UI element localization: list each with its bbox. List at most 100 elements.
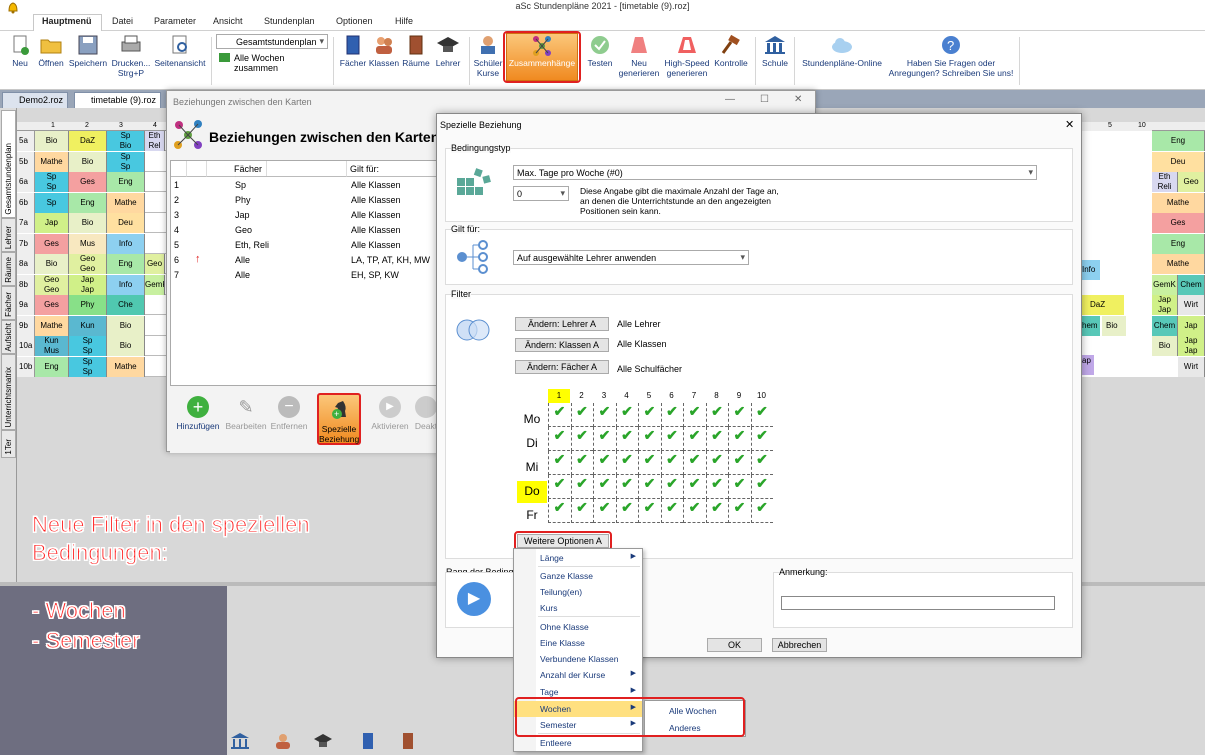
lesson-cell[interactable]: Sp Bio [107, 131, 145, 151]
lesson-cell[interactable]: Eth Reli [1152, 172, 1178, 192]
lesson-cell[interactable]: Eng [107, 254, 145, 274]
lesson-cell[interactable]: Jap Jap [1152, 295, 1178, 315]
menu-item-one-class[interactable]: Eine Klasse [514, 635, 642, 651]
grid-check-cell[interactable]: ✔ [705, 475, 728, 499]
lesson-cell[interactable]: Bio [107, 315, 145, 336]
lesson-cell[interactable]: Geo [145, 254, 165, 274]
highspeed-button[interactable]: High-Speed generieren [662, 34, 712, 78]
change-subjects-button[interactable]: Ändern: Fächer A [515, 360, 609, 374]
lesson-cell[interactable]: Info [107, 274, 145, 295]
lesson-cell[interactable]: GemK [145, 274, 165, 295]
grid-col-header[interactable]: 7 [683, 389, 705, 403]
lesson-cell[interactable]: Sp Sp [107, 151, 145, 172]
grid-check-cell[interactable]: ✔ [593, 475, 615, 499]
side-tab-1ter[interactable]: 1Ter [1, 430, 16, 458]
lesson-cell[interactable]: Kun Mus [35, 336, 69, 356]
lesson-cell[interactable]: Bio [35, 254, 69, 274]
rooms-button[interactable]: Räume [401, 34, 431, 68]
grid-col-header[interactable]: 10 [751, 389, 773, 403]
book-icon[interactable] [358, 732, 378, 750]
menu-item-joined-classes[interactable]: Verbundene Klassen [514, 651, 642, 667]
grid-col-header[interactable]: 4 [616, 389, 638, 403]
lesson-cell[interactable]: Bio [69, 213, 107, 233]
grid-check-cell[interactable]: ✔ [728, 499, 750, 523]
grid-check-cell[interactable]: ✔ [683, 451, 705, 475]
menu-ansicht[interactable]: Ansicht [213, 16, 243, 26]
regenerate-button[interactable]: Neu generieren [616, 34, 662, 78]
lesson-cell[interactable]: Jap [35, 213, 69, 233]
col-header-faecher[interactable]: Fächer [231, 161, 347, 177]
lesson-cell[interactable]: Eng [1152, 233, 1205, 254]
lesson-cell[interactable]: Wirt [1178, 356, 1205, 377]
test-button[interactable]: Testen [584, 34, 616, 68]
change-teacher-button[interactable]: Ändern: Lehrer A [515, 317, 609, 331]
lesson-cell[interactable]: Eng [1152, 131, 1205, 151]
side-tab-faecher[interactable]: Fächer [1, 286, 16, 320]
open-button[interactable]: Öffnen [36, 34, 66, 68]
table-row[interactable]: 2 Phy Alle Klassen [171, 193, 439, 208]
lesson-cell[interactable]: Mathe [107, 192, 145, 213]
lesson-cell[interactable]: Mus [69, 233, 107, 254]
grid-check-cell[interactable]: ✔ [705, 403, 728, 427]
lesson-cell[interactable]: Sp Sp [69, 336, 107, 356]
lesson-cell[interactable]: DaZ [69, 131, 107, 151]
grid-col-header[interactable]: 9 [728, 389, 750, 403]
grid-col-header[interactable]: 3 [593, 389, 615, 403]
grid-check-cell[interactable]: ✔ [570, 475, 593, 499]
grid-day-label[interactable]: Do [517, 481, 547, 503]
feedback-button[interactable]: ? Haben Sie Fragen oder Anregungen? Schr… [886, 34, 1016, 78]
remove-button[interactable]: − Entfernen [267, 396, 311, 431]
add-button[interactable]: + Hinzufügen [173, 396, 223, 431]
side-tab-lehrer[interactable]: Lehrer [1, 218, 16, 252]
menu-item-divisions[interactable]: Teilung(en) [514, 584, 642, 600]
grid-check-cell[interactable]: ✔ [660, 403, 683, 427]
view-select[interactable]: Gesamtstundenplan ▾ [216, 34, 328, 49]
grid-check-cell[interactable]: ✔ [750, 499, 773, 523]
grid-check-cell[interactable]: ✔ [548, 499, 570, 523]
close-icon[interactable]: ✕ [1065, 118, 1074, 131]
lesson-cell[interactable]: Geo Geo [69, 254, 107, 274]
activate-button[interactable]: ▶ Aktivieren [367, 396, 413, 431]
lesson-cell[interactable]: Deu [107, 213, 145, 233]
lesson-cell[interactable]: Bio [107, 336, 145, 356]
special-relation-button[interactable]: + Spezielle Beziehung [317, 393, 361, 445]
lesson-cell[interactable]: Bio [35, 131, 69, 151]
grid-check-cell[interactable]: ✔ [638, 475, 660, 499]
grid-check-cell[interactable]: ✔ [548, 451, 570, 475]
grid-check-cell[interactable]: ✔ [638, 451, 660, 475]
grid-check-cell[interactable]: ✔ [728, 403, 750, 427]
applies-select[interactable]: Auf ausgewählte Lehrer anwenden ▾ [513, 250, 749, 265]
grid-check-cell[interactable]: ✔ [660, 499, 683, 523]
table-row[interactable]: 3 Jap Alle Klassen [171, 208, 439, 223]
side-tab-gesamtstundenplan[interactable]: Gesamtstundenplan [1, 110, 16, 218]
lesson-cell[interactable]: Info [107, 233, 145, 254]
grid-check-cell[interactable]: ✔ [660, 475, 683, 499]
grid-check-cell[interactable]: ✔ [683, 403, 705, 427]
grid-check-cell[interactable]: ✔ [615, 499, 638, 523]
classes-button[interactable]: Klassen [368, 34, 400, 68]
grid-col-header[interactable]: 2 [571, 389, 593, 403]
menu-item-length[interactable]: Länge ▶ [514, 550, 642, 566]
grid-check-cell[interactable]: ✔ [593, 427, 615, 451]
grid-col-header[interactable]: 1 [548, 389, 570, 403]
grid-day-label[interactable]: Fr [517, 505, 547, 527]
lesson-cell[interactable]: Mathe [1152, 192, 1205, 213]
lesson-cell[interactable]: Chem [1152, 315, 1178, 336]
grid-check-cell[interactable]: ✔ [548, 427, 570, 451]
teachers-button[interactable]: Lehrer [432, 34, 464, 68]
grid-check-cell[interactable]: ✔ [570, 451, 593, 475]
grid-check-cell[interactable]: ✔ [705, 499, 728, 523]
menu-hauptmenue[interactable]: Hauptmenü [42, 16, 92, 26]
students-courses-button[interactable]: Schüler Kurse [472, 34, 504, 78]
grid-check-cell[interactable]: ✔ [570, 499, 593, 523]
lesson-cell[interactable]: Geo Geo [35, 274, 69, 295]
grid-check-cell[interactable]: ✔ [615, 403, 638, 427]
menu-parameter[interactable]: Parameter [154, 16, 196, 26]
grid-check-cell[interactable]: ✔ [705, 427, 728, 451]
lesson-cell[interactable]: DaZ [1082, 295, 1124, 315]
grid-check-cell[interactable]: ✔ [728, 427, 750, 451]
lesson-cell[interactable]: Info [1082, 260, 1100, 280]
grid-col-header[interactable]: 8 [706, 389, 728, 403]
menu-item-course-count[interactable]: Anzahl der Kurse ▶ [514, 667, 642, 683]
grid-check-cell[interactable]: ✔ [638, 403, 660, 427]
